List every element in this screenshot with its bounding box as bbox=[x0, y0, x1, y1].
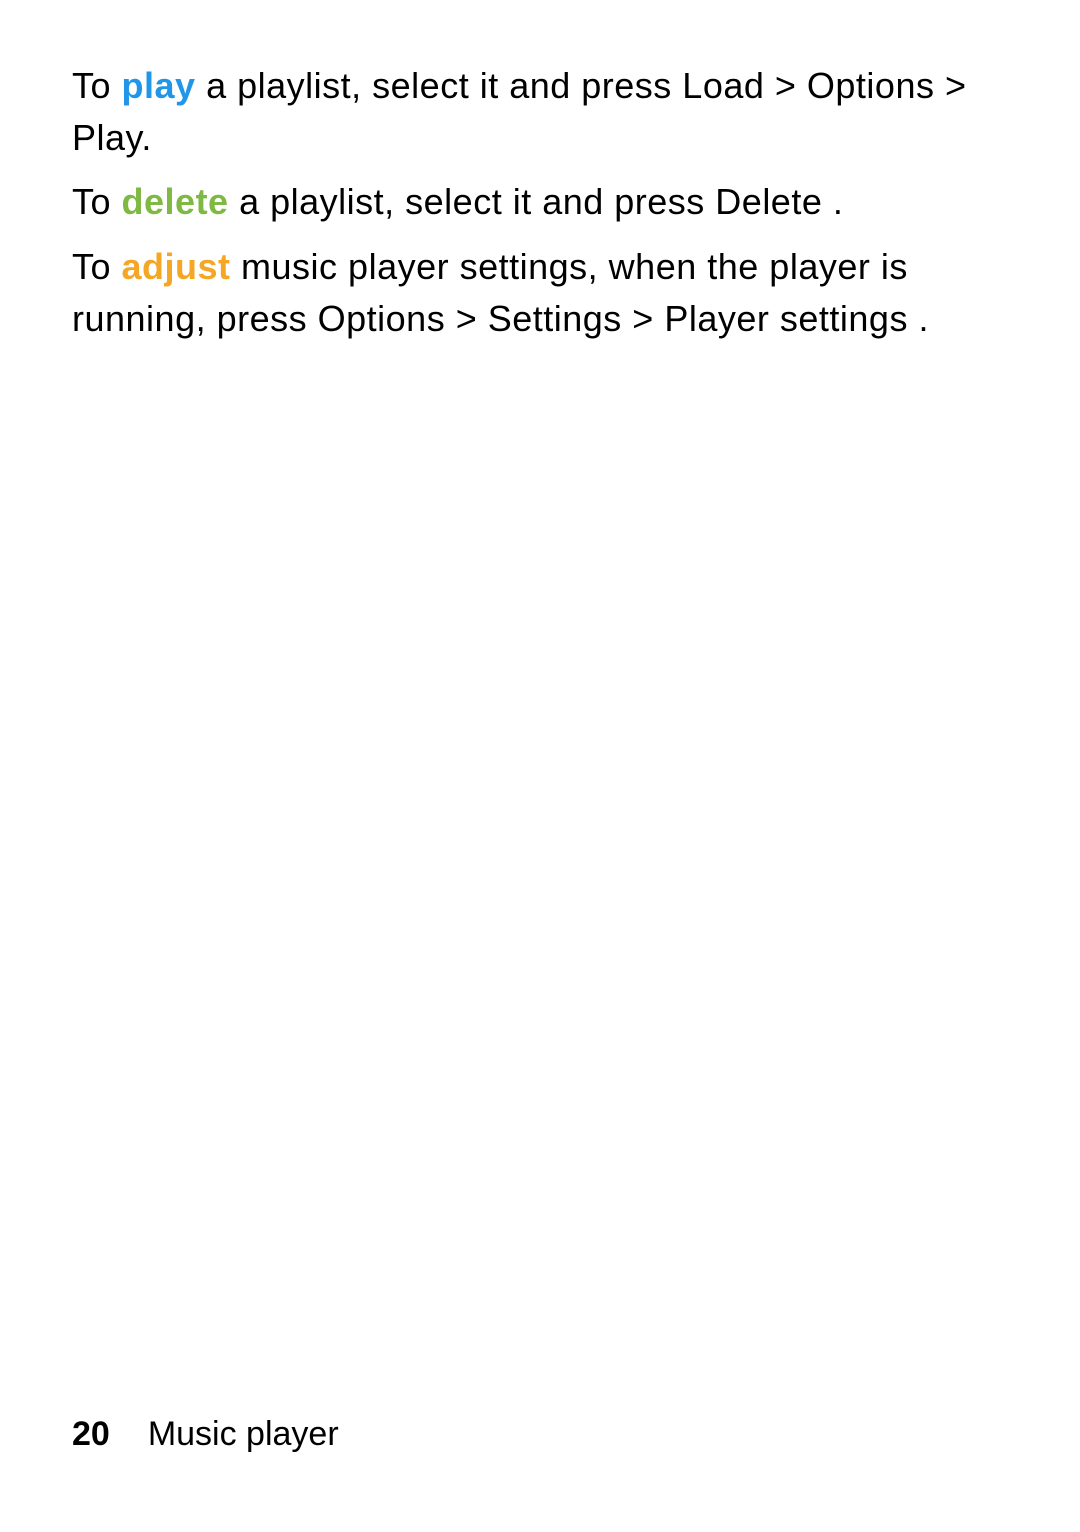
text-before: To bbox=[72, 65, 122, 106]
keyword-adjust: adjust bbox=[122, 246, 231, 287]
text-after: a playlist, select it and press Delete . bbox=[229, 181, 844, 222]
text-before: To bbox=[72, 181, 122, 222]
paragraph-play: To play a playlist, select it and press … bbox=[72, 60, 1008, 164]
paragraph-delete: To delete a playlist, select it and pres… bbox=[72, 176, 1008, 228]
keyword-delete: delete bbox=[122, 181, 229, 222]
section-title: Music player bbox=[148, 1415, 339, 1453]
page-number: 20 bbox=[72, 1415, 110, 1453]
text-after: a playlist, select it and press Load > O… bbox=[72, 65, 967, 158]
keyword-play: play bbox=[122, 65, 196, 106]
text-before: To bbox=[72, 246, 122, 287]
page-footer: 20 Music player bbox=[72, 1415, 339, 1454]
paragraph-adjust: To adjust music player settings, when th… bbox=[72, 241, 1008, 345]
document-body: To play a playlist, select it and press … bbox=[72, 60, 1008, 345]
